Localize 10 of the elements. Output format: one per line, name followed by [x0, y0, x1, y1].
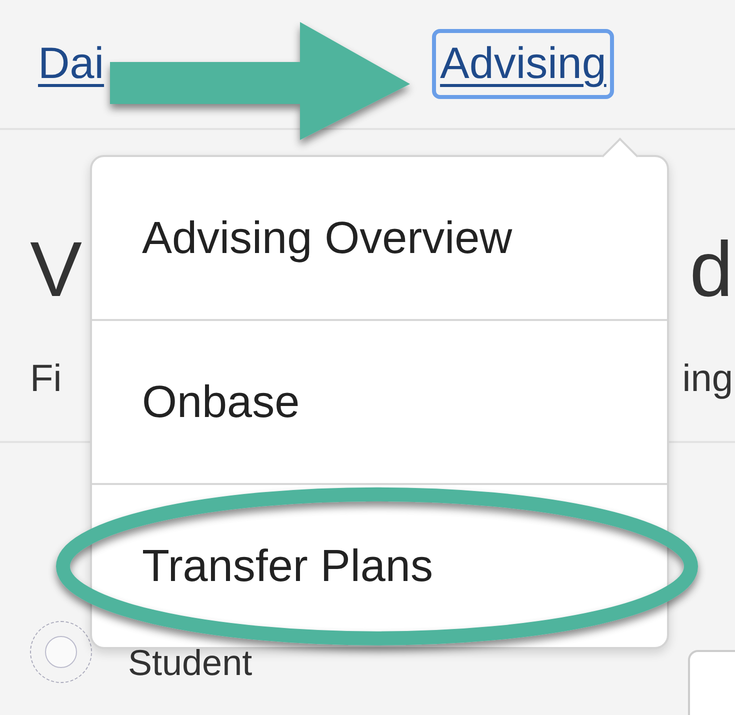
- page-heading: V: [30, 230, 82, 308]
- nav-link[interactable]: Advising: [432, 29, 614, 99]
- page-subtitle: Fi: [30, 358, 62, 401]
- radio-button[interactable]: [30, 621, 92, 683]
- menu-item[interactable]: Advising Overview: [92, 157, 667, 319]
- page-heading: d: [690, 230, 733, 308]
- page-subtitle: ing: [682, 358, 733, 401]
- menu-item[interactable]: Transfer Plans: [92, 483, 667, 647]
- menu-item[interactable]: Onbase: [92, 319, 667, 483]
- nav-link[interactable]: Dai: [30, 29, 112, 99]
